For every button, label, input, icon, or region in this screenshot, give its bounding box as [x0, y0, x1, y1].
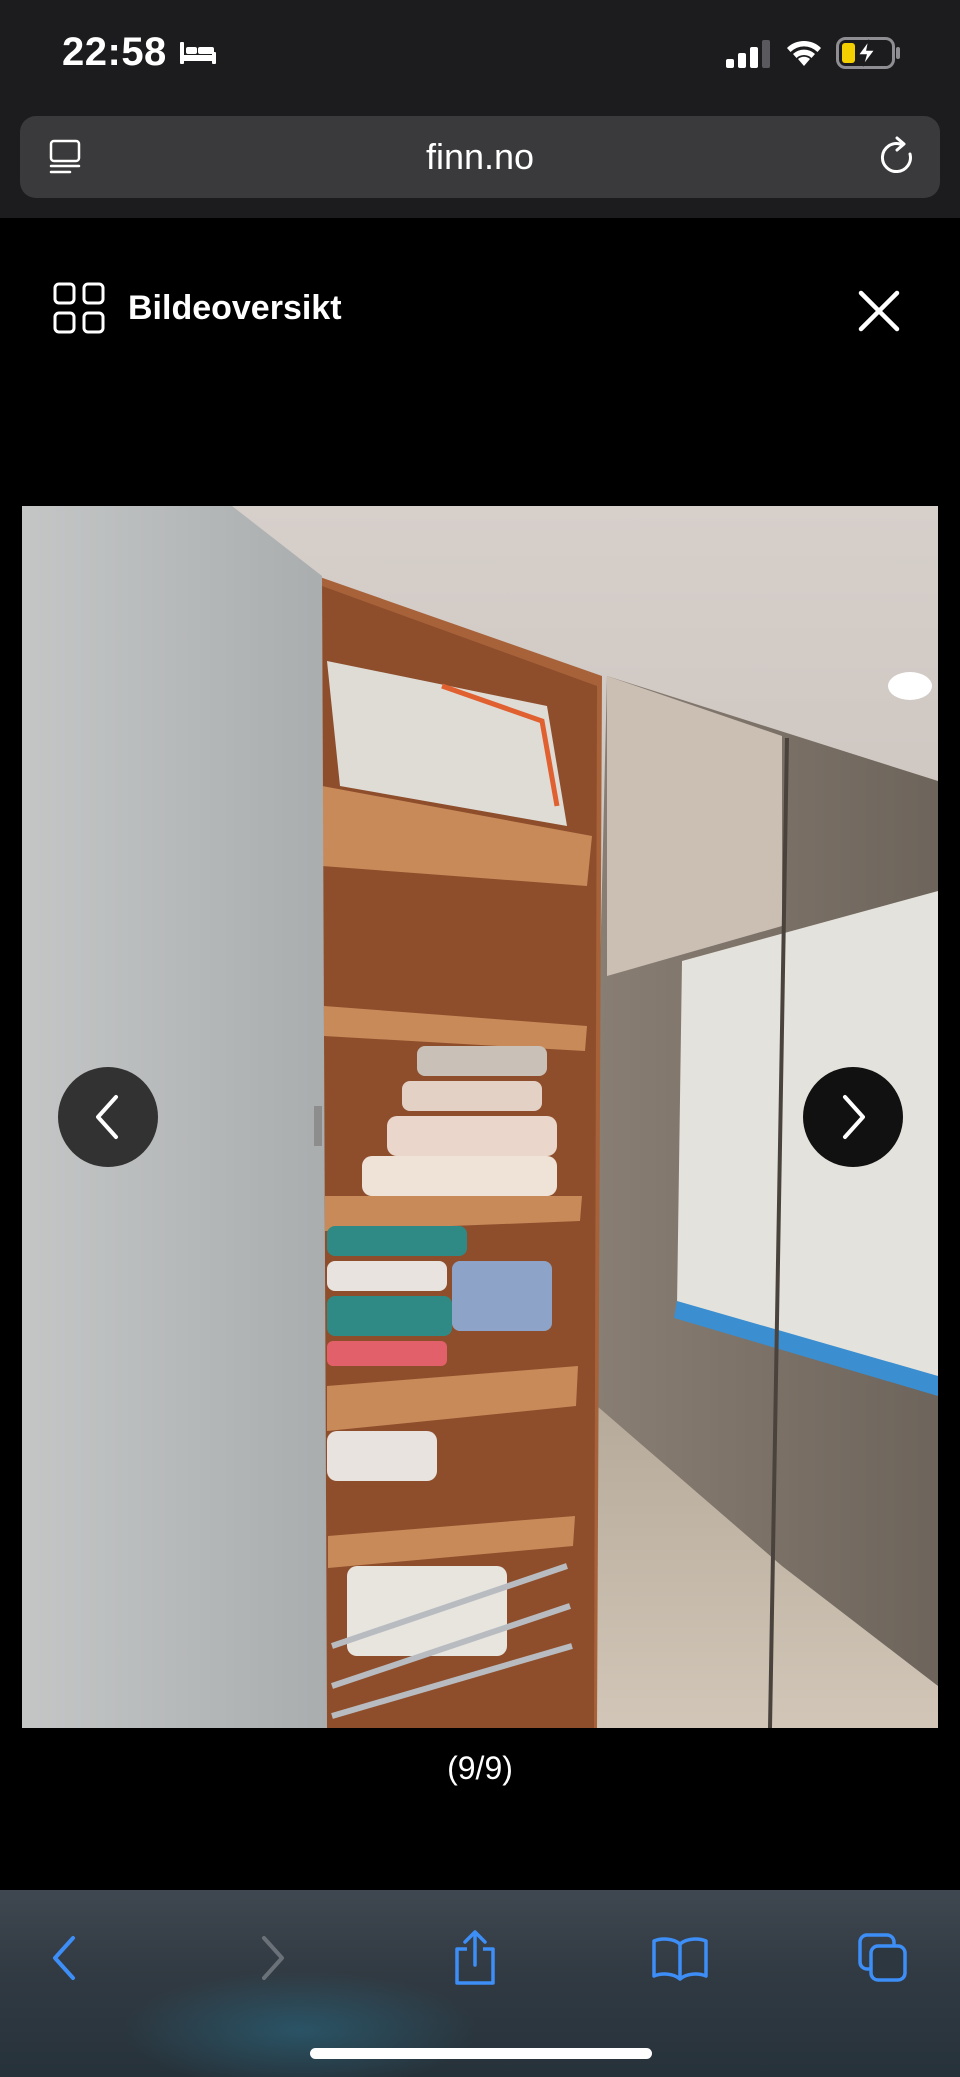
next-image-button[interactable] — [803, 1067, 903, 1167]
battery-charging-icon — [836, 37, 900, 69]
wifi-icon — [787, 40, 821, 66]
bookmarks-icon — [652, 1937, 708, 1981]
status-bar: 22:58 — [0, 0, 960, 108]
forward-button[interactable] — [240, 1926, 304, 1990]
chevron-right-icon — [843, 1095, 865, 1139]
tabs-icon — [858, 1933, 907, 1982]
grid-icon — [53, 282, 105, 334]
browser-chrome: finn.no — [0, 108, 960, 218]
image-overview-button[interactable]: Bildeoversikt — [52, 280, 342, 336]
previous-image-button[interactable] — [58, 1067, 158, 1167]
tabs-button[interactable] — [851, 1926, 915, 1990]
close-icon[interactable] — [852, 284, 906, 338]
status-time: 22:58 — [62, 30, 167, 74]
bookmarks-button[interactable] — [648, 1926, 712, 1990]
forward-icon — [262, 1936, 284, 1980]
back-button[interactable] — [33, 1926, 97, 1990]
bed-icon — [180, 42, 216, 64]
back-icon — [53, 1936, 75, 1980]
image-overview-label: Bildeoversikt — [128, 288, 342, 327]
signal-icon — [726, 40, 770, 68]
chevron-left-icon — [96, 1095, 118, 1139]
image-counter: (9/9) — [447, 1750, 513, 1786]
photo-wardrobe — [22, 506, 938, 1728]
home-indicator[interactable] — [310, 2048, 652, 2059]
gallery-photo[interactable] — [22, 506, 938, 1728]
share-button[interactable] — [443, 1926, 507, 1990]
gallery-header: Bildeoversikt — [0, 218, 960, 398]
reload-icon[interactable] — [878, 136, 918, 178]
share-icon — [455, 1930, 495, 1985]
address-bar[interactable]: finn.no — [20, 116, 940, 198]
url-text[interactable]: finn.no — [20, 136, 940, 178]
